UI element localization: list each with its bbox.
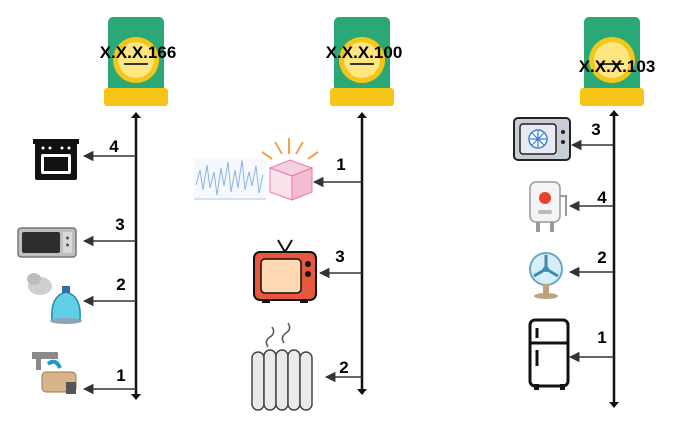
television-icon xyxy=(253,239,317,303)
appliance-number: 3 xyxy=(115,215,124,234)
meter-103: X.X.X.103 3 4 2 1 xyxy=(513,17,656,408)
appliance-3: 3 xyxy=(253,239,362,303)
appliance-1: 1 xyxy=(194,138,362,201)
microwave-icon xyxy=(17,227,77,258)
appliance-number: 2 xyxy=(116,275,125,294)
appliance-2: 2 xyxy=(251,322,362,411)
appliance-number: 4 xyxy=(109,137,119,156)
appliance-4: 4 xyxy=(33,137,136,180)
appliance-number: 1 xyxy=(336,155,345,174)
appliance-1: 1 xyxy=(32,352,136,395)
appliance-3: 3 xyxy=(17,215,136,258)
appliance-2: 2 xyxy=(529,248,614,299)
refrigerator-icon xyxy=(528,318,570,390)
appliance-3: 3 xyxy=(513,117,614,161)
data-package-icon xyxy=(194,138,319,201)
meter-166: X.X.X.166 4 3 2 1 xyxy=(17,17,177,400)
air-conditioner-icon xyxy=(513,117,571,161)
signal-chart-icon xyxy=(194,158,266,200)
radiator-heater-icon xyxy=(251,322,313,411)
fan-icon xyxy=(529,252,563,299)
meter-label: X.X.X.100 xyxy=(326,43,403,62)
appliance-4: 4 xyxy=(529,181,614,232)
appliance-number: 1 xyxy=(597,328,606,347)
kettle-icon xyxy=(27,273,82,324)
meter-100: X.X.X.100 1 3 2 xyxy=(194,17,403,411)
appliance-2: 2 xyxy=(27,273,136,324)
appliance-number: 2 xyxy=(339,358,348,377)
appliance-number: 2 xyxy=(597,248,606,267)
water-heater-icon xyxy=(529,181,567,232)
water-filter-icon xyxy=(32,352,77,394)
appliance-number: 1 xyxy=(116,366,125,385)
meter-label: X.X.X.103 xyxy=(579,57,656,76)
appliance-1: 1 xyxy=(528,318,614,390)
oven-icon xyxy=(33,139,79,180)
box-icon xyxy=(261,138,319,201)
appliance-number: 4 xyxy=(597,188,607,207)
meter-label: X.X.X.166 xyxy=(100,43,177,62)
power-topology-diagram: X.X.X.166 4 3 2 1 X.X.X.100 1 3 2 X.X.X.… xyxy=(17,17,656,411)
appliance-number: 3 xyxy=(335,247,344,266)
appliance-number: 3 xyxy=(591,120,600,139)
